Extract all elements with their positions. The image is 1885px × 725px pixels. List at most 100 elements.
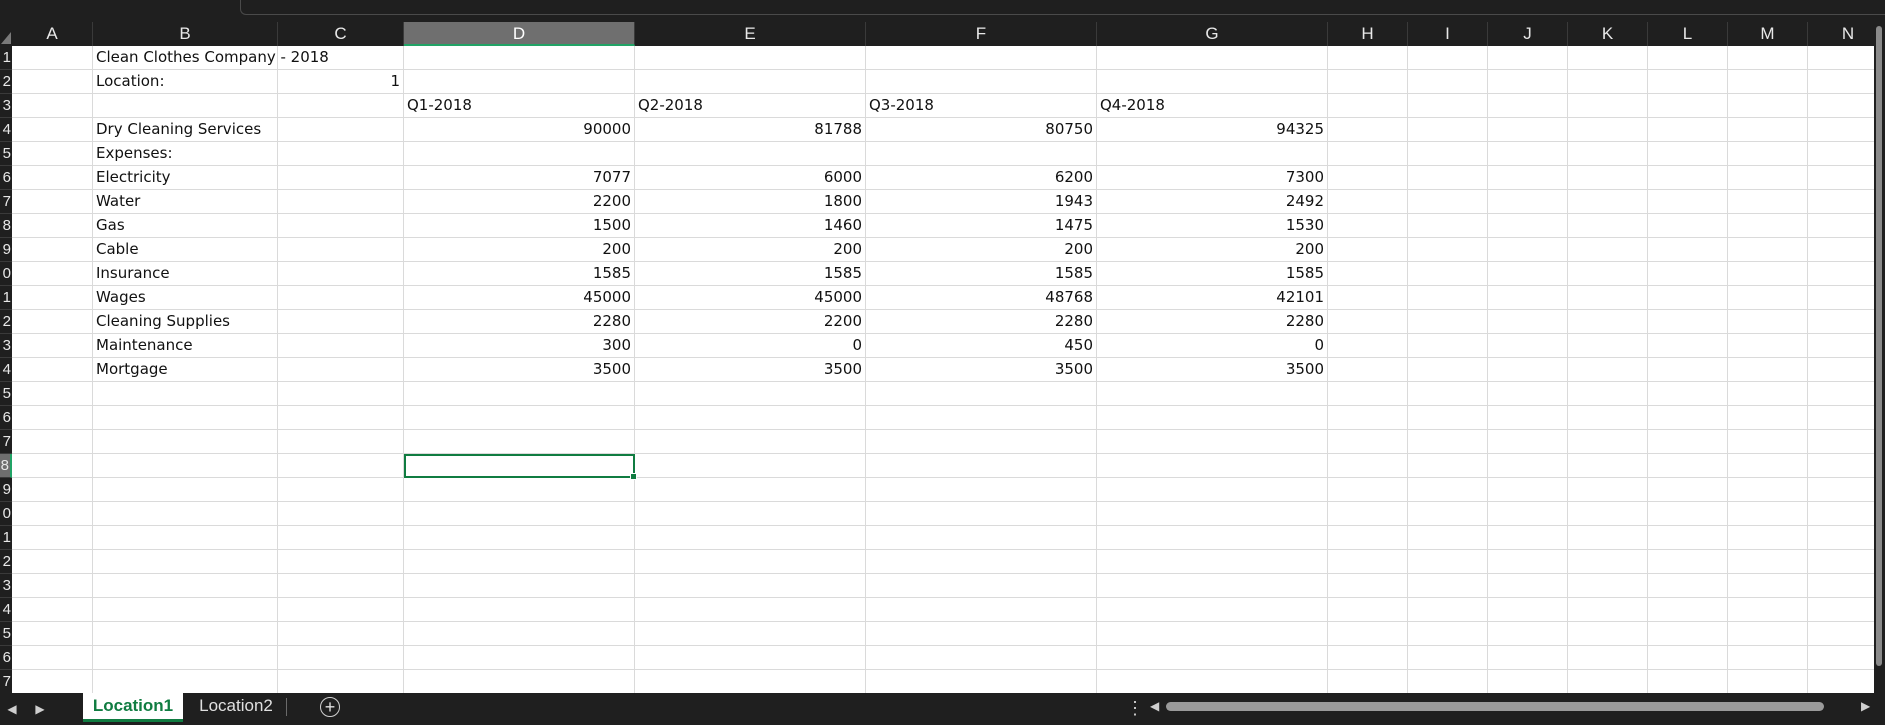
cell-e9[interactable]: 200 [635,238,866,262]
cell-m22[interactable] [1728,550,1808,574]
chevron-right-icon[interactable]: ▶ [30,697,50,721]
cell-g1[interactable] [1097,46,1328,70]
cell-c3[interactable] [278,94,404,118]
cell-n17[interactable] [1808,430,1874,454]
cell-j5[interactable] [1488,142,1568,166]
cell-b10[interactable]: Insurance [93,262,278,286]
cell-j16[interactable] [1488,406,1568,430]
cell-g4[interactable]: 94325 [1097,118,1328,142]
cell-b17[interactable] [93,430,278,454]
cell-e3[interactable]: Q2-2018 [635,94,866,118]
cell-a13[interactable] [12,334,93,358]
cell-c16[interactable] [278,406,404,430]
cell-n1[interactable] [1808,46,1874,70]
cell-m23[interactable] [1728,574,1808,598]
cell-n22[interactable] [1808,550,1874,574]
plus-circle-icon[interactable]: + [320,697,340,717]
cell-f2[interactable] [866,70,1097,94]
cell-c11[interactable] [278,286,404,310]
cell-a24[interactable] [12,598,93,622]
cell-n15[interactable] [1808,382,1874,406]
cell-g24[interactable] [1097,598,1328,622]
cell-m27[interactable] [1728,670,1808,693]
cell-l1[interactable] [1648,46,1728,70]
cell-k10[interactable] [1568,262,1648,286]
cell-b16[interactable] [93,406,278,430]
cell-e11[interactable]: 45000 [635,286,866,310]
cell-a1[interactable] [12,46,93,70]
cell-g10[interactable]: 1585 [1097,262,1328,286]
cell-d2[interactable] [404,70,635,94]
cell-h1[interactable] [1328,46,1408,70]
cell-n3[interactable] [1808,94,1874,118]
cell-a16[interactable] [12,406,93,430]
cell-n4[interactable] [1808,118,1874,142]
cell-c14[interactable] [278,358,404,382]
cell-d20[interactable] [404,502,635,526]
cell-n27[interactable] [1808,670,1874,693]
cell-n18[interactable] [1808,454,1874,478]
cell-c9[interactable] [278,238,404,262]
cell-f26[interactable] [866,646,1097,670]
row-header-27[interactable]: 7 [0,670,12,693]
cell-k7[interactable] [1568,190,1648,214]
cell-l11[interactable] [1648,286,1728,310]
cell-f1[interactable] [866,46,1097,70]
cell-i25[interactable] [1408,622,1488,646]
cell-d14[interactable]: 3500 [404,358,635,382]
cell-j21[interactable] [1488,526,1568,550]
cell-m20[interactable] [1728,502,1808,526]
cell-a8[interactable] [12,214,93,238]
cell-b15[interactable] [93,382,278,406]
cell-m19[interactable] [1728,478,1808,502]
cell-c12[interactable] [278,310,404,334]
cell-b4[interactable]: Dry Cleaning Services [93,118,278,142]
cell-f13[interactable]: 450 [866,334,1097,358]
cell-m12[interactable] [1728,310,1808,334]
cell-g27[interactable] [1097,670,1328,693]
cell-e10[interactable]: 1585 [635,262,866,286]
cell-a26[interactable] [12,646,93,670]
cell-h16[interactable] [1328,406,1408,430]
cell-a19[interactable] [12,478,93,502]
cell-g9[interactable]: 200 [1097,238,1328,262]
cell-h22[interactable] [1328,550,1408,574]
cell-f20[interactable] [866,502,1097,526]
cell-h25[interactable] [1328,622,1408,646]
cell-b2[interactable]: Location: [93,70,278,94]
cell-k4[interactable] [1568,118,1648,142]
row-header-10[interactable]: 0 [0,262,12,286]
cell-a21[interactable] [12,526,93,550]
cell-l25[interactable] [1648,622,1728,646]
cell-f27[interactable] [866,670,1097,693]
cell-a22[interactable] [12,550,93,574]
vertical-scroll-thumb[interactable] [1876,26,1882,666]
cell-c13[interactable] [278,334,404,358]
cell-l7[interactable] [1648,190,1728,214]
cell-h8[interactable] [1328,214,1408,238]
cell-f19[interactable] [866,478,1097,502]
cell-n13[interactable] [1808,334,1874,358]
cell-g25[interactable] [1097,622,1328,646]
cell-f15[interactable] [866,382,1097,406]
cell-n5[interactable] [1808,142,1874,166]
cell-c21[interactable] [278,526,404,550]
cell-l6[interactable] [1648,166,1728,190]
cell-m1[interactable] [1728,46,1808,70]
cell-l3[interactable] [1648,94,1728,118]
cell-i23[interactable] [1408,574,1488,598]
column-header-h[interactable]: H [1328,22,1408,46]
cell-k2[interactable] [1568,70,1648,94]
cell-i22[interactable] [1408,550,1488,574]
column-header-d[interactable]: D [404,22,635,46]
cell-e16[interactable] [635,406,866,430]
cell-j1[interactable] [1488,46,1568,70]
cell-c1[interactable] [278,46,404,70]
cell-m4[interactable] [1728,118,1808,142]
column-header-c[interactable]: C [278,22,404,46]
cell-d4[interactable]: 90000 [404,118,635,142]
cell-i15[interactable] [1408,382,1488,406]
cell-k16[interactable] [1568,406,1648,430]
cell-j10[interactable] [1488,262,1568,286]
cell-l18[interactable] [1648,454,1728,478]
